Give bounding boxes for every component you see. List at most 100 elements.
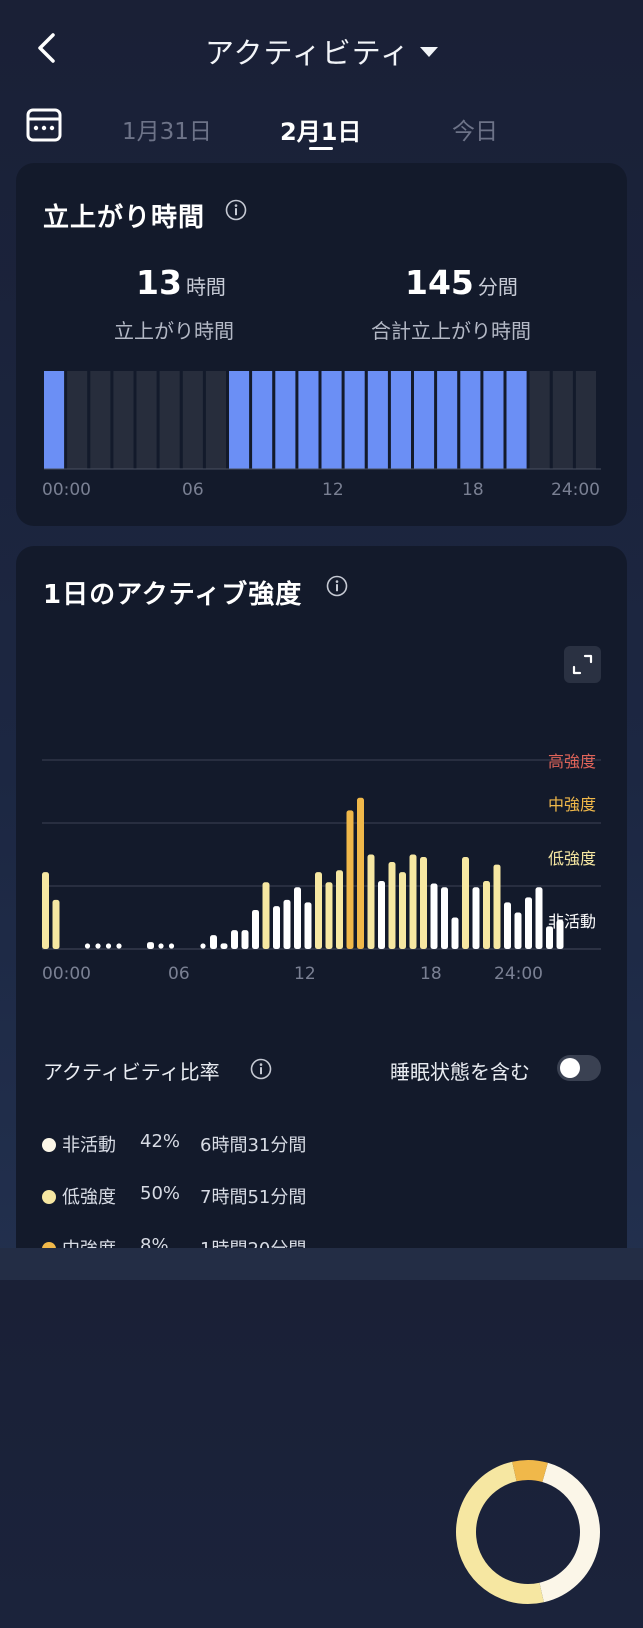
legend-dot (42, 1138, 56, 1152)
intensity-tick-4: 24:00 (494, 964, 543, 984)
intensity-bar (220, 943, 228, 949)
intensity-bar (231, 930, 238, 949)
intensity-bar (273, 906, 280, 949)
legend-time: 6時間31分間 (200, 1135, 307, 1156)
expand-button[interactable] (564, 646, 601, 683)
standing-bar-15 (390, 371, 411, 469)
intensity-bar (325, 882, 333, 949)
intensity-tick-2: 12 (294, 964, 316, 984)
standing-bar-01 (67, 371, 88, 469)
intensity-dot (116, 943, 122, 949)
info-icon[interactable] (225, 199, 247, 221)
legend-pct: 42% (140, 1131, 181, 1152)
intensity-tick-0: 00:00 (42, 964, 91, 984)
intensity-bar (535, 887, 543, 949)
intensity-tick-3: 18 (420, 964, 442, 984)
tab-prev-date[interactable]: 1月31日 (122, 112, 212, 146)
standing-tick-2: 12 (322, 480, 344, 500)
intensity-dot (168, 943, 175, 949)
standing-bar-10 (275, 371, 296, 469)
standing-title: 立上がり時間 (43, 203, 206, 233)
intensity-bar (315, 872, 322, 949)
tab-today[interactable]: 今日 (452, 112, 498, 146)
intensity-bar (472, 887, 480, 949)
sleep-toggle[interactable] (557, 1055, 601, 1081)
standing-hours-value: 13 (136, 263, 182, 302)
page-title: アクティビティ (204, 36, 411, 70)
standing-bar-17 (437, 371, 458, 469)
intensity-dot (105, 943, 112, 949)
standing-bar-12 (321, 371, 342, 469)
standing-bar-23 (575, 371, 596, 469)
intensity-bar (42, 872, 49, 949)
standing-bar-18 (460, 371, 481, 469)
legend-name: 非活動 (62, 1135, 116, 1156)
intensity-bar (420, 857, 427, 949)
legend-pct: 50% (140, 1183, 181, 1204)
intensity-bar (262, 882, 270, 949)
level-high-label: 高強度 (548, 752, 597, 771)
level-low-label: 低強度 (548, 849, 597, 868)
legend-row-low: 低強度 50% 7時間51分間 (42, 1183, 306, 1209)
intensity-bar (399, 872, 406, 949)
intensity-card: 1日のアクティブ強度 高強度 中強度 低強度 非活動 00:00 06 12 1… (16, 546, 627, 1604)
intensity-bar (367, 854, 375, 949)
standing-tick-0: 00:00 (42, 480, 91, 500)
standing-hours-stat: 13 時間 (136, 263, 226, 302)
standing-bar-20 (506, 371, 527, 469)
intensity-bar (525, 897, 532, 949)
standing-bar-06 (182, 371, 203, 469)
intensity-title: 1日のアクティブ強度 (43, 580, 303, 610)
standing-bar-07 (205, 371, 226, 469)
intensity-bar (357, 797, 364, 949)
intensity-dot (95, 943, 101, 949)
expand-icon (572, 654, 593, 675)
intensity-bar (283, 899, 291, 949)
intensity-bar (252, 909, 259, 949)
standing-bar-08 (229, 371, 250, 469)
header: アクティビティ (0, 0, 643, 100)
standing-bar-09 (252, 371, 273, 469)
standing-minutes-stat: 145 分間 (405, 263, 518, 302)
intensity-bar (378, 880, 385, 949)
level-inactive-label: 非活動 (548, 912, 597, 931)
intensity-bar (346, 810, 354, 949)
intensity-bar (52, 899, 60, 949)
intensity-bar (483, 880, 490, 949)
tab-current-date[interactable]: 2月1日 (280, 112, 361, 147)
sleep-toggle-label: 睡眠状態を含む (390, 1060, 530, 1084)
intensity-dot (84, 943, 91, 949)
standing-bar-04 (136, 371, 157, 469)
standing-bar-05 (159, 371, 180, 469)
title-dropdown[interactable]: アクティビティ (0, 30, 643, 72)
tab-underline (309, 147, 333, 150)
intensity-bar (504, 902, 511, 949)
info-icon[interactable] (250, 1058, 272, 1080)
intensity-bar (241, 930, 249, 949)
standing-bar-11 (298, 371, 319, 469)
intensity-bar (462, 857, 469, 949)
standing-bar-22 (552, 371, 573, 469)
legend-row-inactive: 非活動 42% 6時間31分間 (42, 1131, 306, 1157)
standing-hours-unit: 時間 (185, 275, 226, 299)
info-icon[interactable] (326, 575, 348, 597)
standing-minutes-value: 145 (405, 263, 474, 302)
intensity-bar (336, 870, 343, 949)
intensity-bar (409, 854, 417, 949)
ratio-title: アクティビティ比率 (43, 1060, 220, 1084)
intensity-bar (514, 912, 522, 949)
toggle-knob (560, 1058, 580, 1078)
intensity-bar (304, 902, 312, 949)
standing-tick-3: 18 (462, 480, 484, 500)
calendar-icon[interactable] (26, 108, 62, 142)
standing-tick-4: 24:00 (551, 480, 600, 500)
legend-time: 7時間51分間 (200, 1187, 307, 1208)
standing-bar-14 (367, 371, 388, 469)
legend-name: 低強度 (62, 1187, 116, 1208)
intensity-tick-1: 06 (168, 964, 190, 984)
bottom-bar (0, 1248, 643, 1280)
intensity-bar (493, 864, 501, 949)
standing-bar-03 (113, 371, 134, 469)
legend-dot (42, 1190, 56, 1204)
standing-card: 立上がり時間 13 時間 立上がり時間 145 分間 合計立上がり時間 00:00 … (16, 163, 627, 526)
